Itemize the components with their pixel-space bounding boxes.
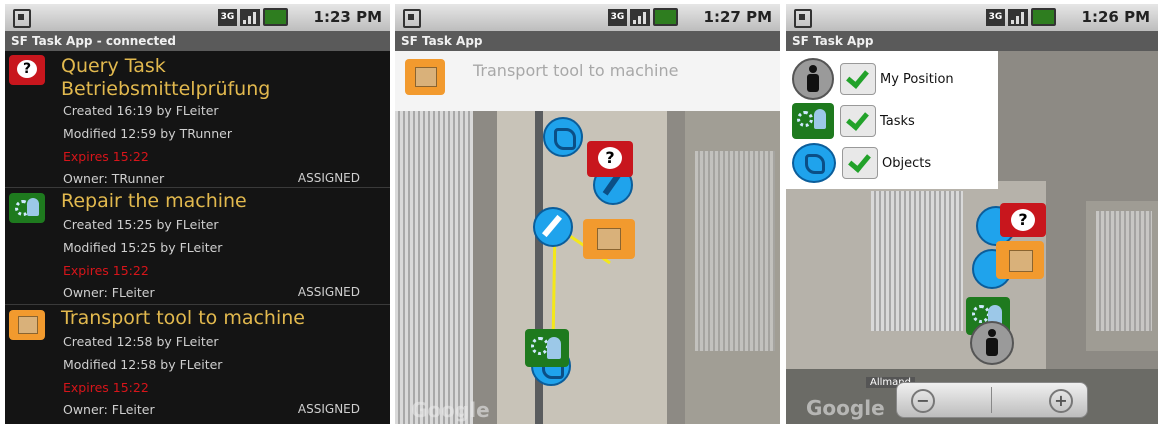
object-marker-wrench-2[interactable] (533, 207, 573, 247)
task-owner: Owner: FLeiter (63, 402, 155, 417)
battery-icon (1031, 8, 1056, 26)
task-owner: Owner: FLeiter (63, 285, 155, 300)
hand-icon (792, 143, 836, 183)
wrench-icon (541, 214, 563, 238)
signal-icon (240, 8, 260, 26)
person-icon (988, 329, 996, 337)
task-modified: Modified 12:59 by TRunner (63, 126, 232, 141)
app-title: SF Task App (395, 31, 780, 51)
status-bar: 3G 1:27 PM (395, 4, 780, 31)
map-credit: Google (806, 396, 885, 420)
task-title: Query Task (61, 55, 166, 77)
network-3g-icon: 3G (986, 8, 1005, 26)
task-expires: Expires 15:22 (63, 263, 149, 278)
clock: 1:27 PM (703, 8, 772, 26)
clock: 1:23 PM (313, 8, 382, 26)
task-created: Created 12:58 by FLeiter (63, 334, 219, 349)
task-title-line2: Betriebsmittelprüfung (61, 78, 271, 100)
clock: 1:26 PM (1081, 8, 1150, 26)
map-credit: Google (411, 398, 490, 422)
question-icon: ? (1011, 209, 1035, 231)
task-modified: Modified 15:25 by FLeiter (63, 240, 223, 255)
task-list: ? Query Task Betriebsmittelprüfung Creat… (5, 51, 390, 424)
task-created: Created 16:19 by FLeiter (63, 103, 219, 118)
task-item-repair[interactable]: Repair the machine Created 15:25 by FLei… (5, 188, 390, 305)
task-header: Transport tool to machine (395, 51, 780, 111)
question-icon: ? (9, 55, 45, 85)
transport-task-marker[interactable] (583, 219, 635, 259)
layer-tasks[interactable]: Tasks (792, 101, 915, 141)
zoom-out-button[interactable]: − (911, 389, 935, 413)
task-owner: Owner: TRunner (63, 171, 165, 186)
status-bar: 3G 1:26 PM (786, 4, 1158, 31)
notification-icon (794, 9, 812, 28)
task-item-query[interactable]: ? Query Task Betriebsmittelprüfung Creat… (5, 51, 390, 188)
map-view[interactable]: ? Google (395, 111, 780, 424)
notification-icon (403, 9, 421, 28)
checkbox-objects[interactable] (842, 147, 878, 179)
package-icon (597, 228, 621, 250)
layer-label: Tasks (880, 113, 915, 129)
object-marker-hand[interactable] (543, 117, 583, 157)
transport-task-marker[interactable] (996, 241, 1044, 279)
package-icon (1009, 250, 1033, 272)
layer-objects[interactable]: Objects (792, 143, 931, 183)
status-bar: 3G 1:23 PM (5, 4, 390, 31)
phone-screen-task-list: 3G 1:23 PM SF Task App - connected ? Que… (5, 4, 390, 424)
roof-stripes (871, 191, 963, 331)
query-task-marker[interactable]: ? (1000, 203, 1046, 237)
question-icon: ? (598, 147, 622, 169)
network-3g-icon: 3G (218, 8, 237, 26)
zoom-controls: − + (896, 382, 1088, 418)
gear-person-icon (792, 103, 834, 139)
battery-icon (263, 8, 288, 26)
hand-icon (554, 128, 576, 150)
roof-stripes-right (1096, 211, 1152, 331)
task-title: Transport tool to machine (61, 307, 305, 329)
task-status: ASSIGNED (297, 171, 360, 185)
zoom-in-button[interactable]: + (1049, 389, 1073, 413)
signal-icon (1008, 8, 1028, 26)
task-title: Transport tool to machine (473, 61, 679, 80)
task-title: Repair the machine (61, 190, 247, 212)
checkbox-my-position[interactable] (840, 63, 876, 95)
task-status: ASSIGNED (297, 402, 360, 416)
layer-my-position[interactable]: My Position (792, 58, 954, 100)
app-title: SF Task App - connected (5, 31, 390, 51)
gear-person-icon (9, 193, 45, 223)
task-status: ASSIGNED (297, 285, 360, 299)
layer-label: My Position (880, 71, 954, 87)
query-task-marker[interactable]: ? (587, 141, 633, 177)
repair-task-marker[interactable] (525, 329, 569, 367)
signal-icon (630, 8, 650, 26)
layer-label: Objects (882, 155, 932, 171)
task-expires: Expires 15:22 (63, 380, 149, 395)
notification-icon (13, 9, 31, 28)
app-title: SF Task App (786, 31, 1158, 51)
my-position-marker[interactable] (970, 321, 1014, 365)
phone-screen-task-map: 3G 1:27 PM SF Task App Transport tool to… (395, 4, 780, 424)
battery-icon (653, 8, 678, 26)
package-icon (405, 59, 445, 95)
checkbox-tasks[interactable] (840, 105, 876, 137)
task-modified: Modified 12:58 by FLeiter (63, 357, 223, 372)
package-icon (9, 310, 45, 340)
network-3g-icon: 3G (608, 8, 627, 26)
task-item-transport[interactable]: Transport tool to machine Created 12:58 … (5, 305, 390, 423)
person-icon (792, 58, 834, 100)
task-expires: Expires 15:22 (63, 149, 149, 164)
task-created: Created 15:25 by FLeiter (63, 217, 219, 232)
phone-screen-layer-map: 3G 1:26 PM SF Task App Allmand ? Google (786, 4, 1158, 424)
layer-panel: My Position Tasks Objects (786, 51, 998, 189)
